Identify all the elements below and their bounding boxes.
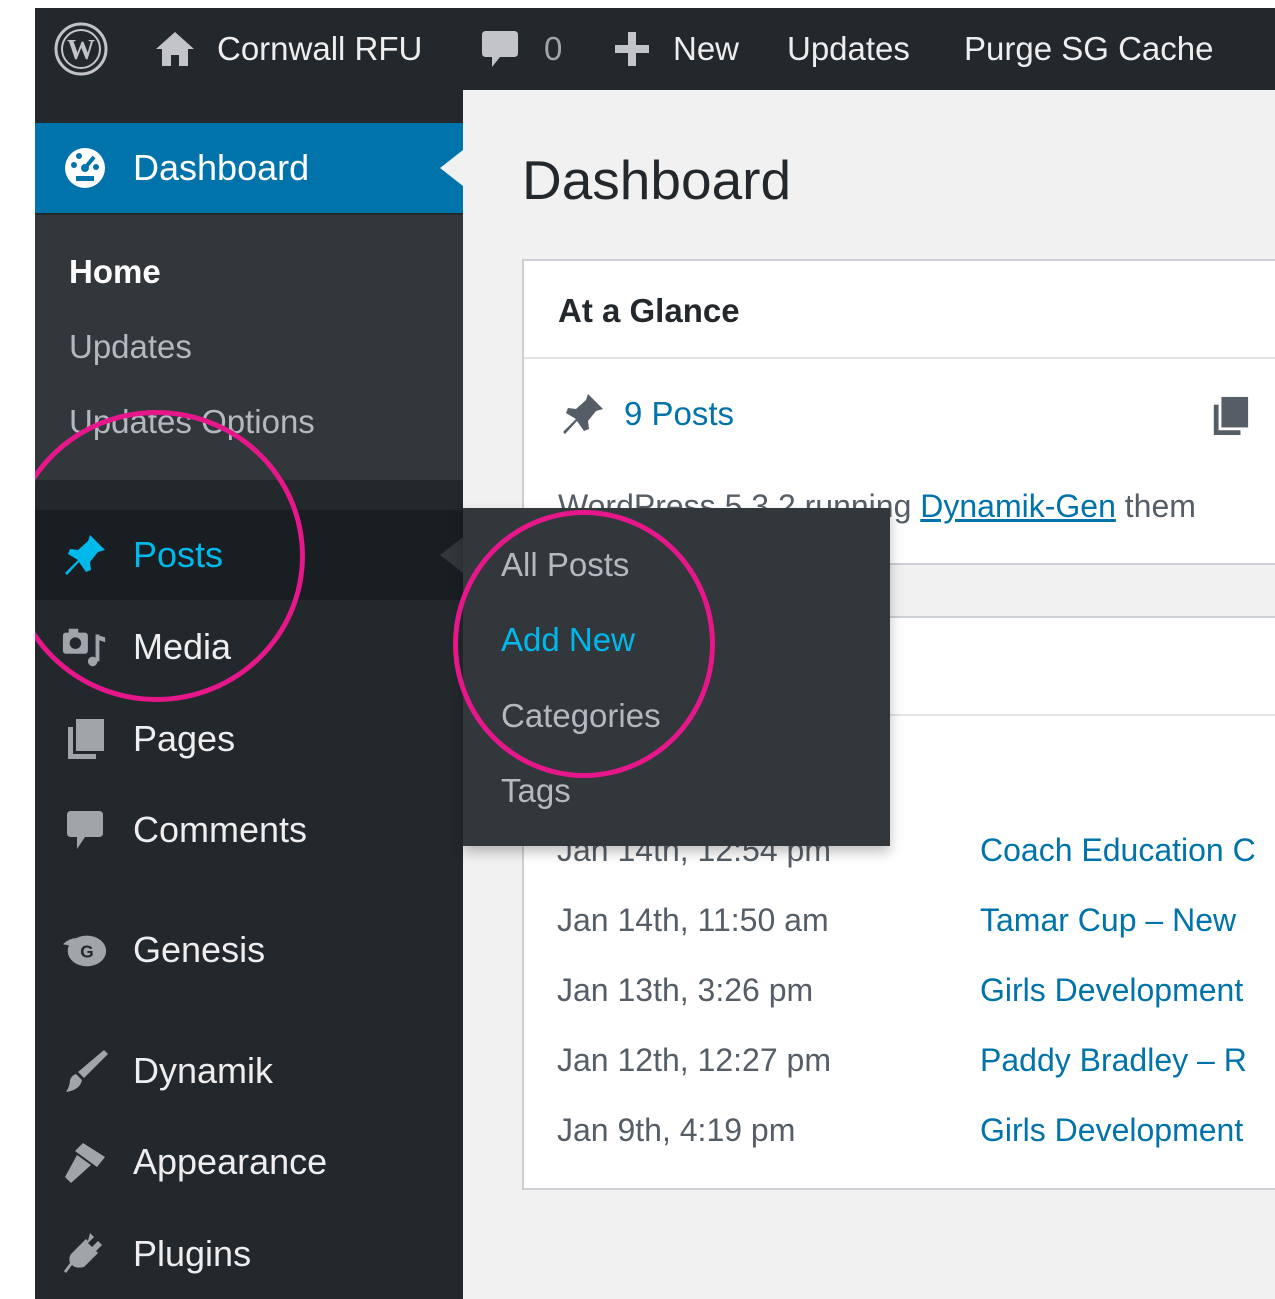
svg-text:W: W bbox=[67, 35, 95, 66]
sidebar-item-media[interactable]: Media bbox=[35, 602, 463, 692]
activity-date: Jan 14th, 11:50 am bbox=[557, 902, 829, 938]
updates-link[interactable]: Updates bbox=[787, 8, 910, 90]
flyout-tags[interactable]: Tags bbox=[501, 772, 571, 810]
pages-icon bbox=[61, 715, 109, 763]
theme-link[interactable]: Dynamik-Gen bbox=[920, 488, 1116, 524]
sidebar-item-label: Genesis bbox=[133, 929, 266, 970]
flyout-all-posts[interactable]: All Posts bbox=[501, 546, 629, 584]
media-camera-music-icon bbox=[61, 623, 109, 671]
wordpress-logo-icon[interactable]: W bbox=[53, 8, 109, 90]
page-title: Dashboard bbox=[522, 149, 792, 211]
flyout-add-new[interactable]: Add New bbox=[501, 621, 635, 659]
activity-date: Jan 9th, 4:19 pm bbox=[557, 1112, 796, 1148]
sidebar-item-posts[interactable]: Posts bbox=[35, 510, 463, 600]
plug-icon bbox=[61, 1230, 109, 1278]
left-margin bbox=[0, 0, 35, 1299]
sidebar-item-plugins[interactable]: Plugins bbox=[35, 1209, 463, 1299]
sidebar-item-label: Plugins bbox=[133, 1233, 252, 1274]
site-name-link[interactable]: Cornwall RFU bbox=[153, 8, 422, 90]
at-a-glance-title: At a Glance bbox=[558, 292, 740, 329]
pushpin-icon bbox=[560, 391, 606, 442]
activity-post-link[interactable]: Girls Development bbox=[980, 972, 1243, 1009]
sidebar-item-dashboard[interactable]: Dashboard bbox=[35, 123, 463, 213]
purge-label: Purge SG Cache bbox=[964, 30, 1214, 67]
sidebar-item-label: Dashboard bbox=[133, 147, 310, 188]
updates-label: Updates bbox=[787, 30, 910, 67]
submenu-updates[interactable]: Updates bbox=[69, 328, 192, 366]
submenu-home[interactable]: Home bbox=[69, 253, 161, 291]
comment-bubble-icon bbox=[480, 27, 520, 71]
pushpin-icon bbox=[61, 531, 109, 579]
activity-date: Jan 12th, 12:27 pm bbox=[557, 1042, 831, 1078]
sidebar-item-label: Comments bbox=[133, 809, 308, 850]
top-margin bbox=[0, 0, 1275, 8]
posts-count-link[interactable]: 9 Posts bbox=[624, 395, 734, 433]
dashboard-submenu: Home Updates Updates Options bbox=[35, 215, 463, 480]
site-name: Cornwall RFU bbox=[217, 30, 423, 67]
activity-post-link[interactable]: Coach Education C bbox=[980, 832, 1256, 869]
sidebar-item-appearance[interactable]: Appearance bbox=[35, 1117, 463, 1207]
sidebar-item-comments[interactable]: Comments bbox=[35, 785, 463, 875]
sidebar-item-label: Appearance bbox=[133, 1141, 328, 1182]
paintbrush-icon bbox=[61, 1047, 109, 1095]
comment-bubble-icon bbox=[61, 806, 109, 854]
sidebar-item-genesis[interactable]: G Genesis bbox=[35, 905, 463, 995]
genesis-logo-icon: G bbox=[61, 926, 109, 974]
at-a-glance-header[interactable]: At a Glance bbox=[524, 261, 1275, 359]
admin-bar: W Cornwall RFU 0 New Updates Purge SG Ca… bbox=[35, 8, 1275, 90]
admin-sidebar: Dashboard Home Updates Updates Options P… bbox=[35, 90, 463, 1299]
dashboard-gauge-icon bbox=[61, 144, 109, 192]
active-menu-arrow bbox=[440, 150, 463, 186]
flyout-categories[interactable]: Categories bbox=[501, 697, 661, 735]
svg-text:G: G bbox=[80, 942, 93, 962]
sidebar-item-dynamik[interactable]: Dynamik bbox=[35, 1026, 463, 1116]
plus-icon bbox=[613, 30, 651, 68]
sidebar-item-label: Dynamik bbox=[133, 1050, 274, 1091]
submenu-updates-options[interactable]: Updates Options bbox=[69, 403, 315, 441]
activity-post-link[interactable]: Tamar Cup – New bbox=[980, 902, 1236, 939]
new-label: New bbox=[673, 30, 740, 67]
comments-link[interactable]: 0 bbox=[480, 8, 562, 90]
sidebar-item-label: Pages bbox=[133, 718, 236, 759]
purge-cache-link[interactable]: Purge SG Cache bbox=[964, 8, 1213, 90]
flyout-arrow bbox=[440, 537, 463, 573]
home-icon bbox=[153, 29, 197, 69]
theme-suffix: them bbox=[1115, 488, 1196, 524]
activity-post-link[interactable]: Girls Development bbox=[980, 1112, 1243, 1149]
sidebar-item-pages[interactable]: Pages bbox=[35, 694, 463, 784]
activity-post-link[interactable]: Paddy Bradley – R bbox=[980, 1042, 1247, 1079]
comment-count: 0 bbox=[544, 30, 563, 67]
pages-icon bbox=[1210, 394, 1250, 443]
posts-flyout-menu: All Posts Add New Categories Tags bbox=[463, 508, 890, 846]
sidebar-item-label: Media bbox=[133, 626, 232, 667]
new-content-link[interactable]: New bbox=[613, 8, 739, 90]
appearance-brush-icon bbox=[61, 1138, 109, 1186]
activity-date: Jan 13th, 3:26 pm bbox=[557, 972, 814, 1008]
sidebar-item-label: Posts bbox=[133, 534, 224, 575]
